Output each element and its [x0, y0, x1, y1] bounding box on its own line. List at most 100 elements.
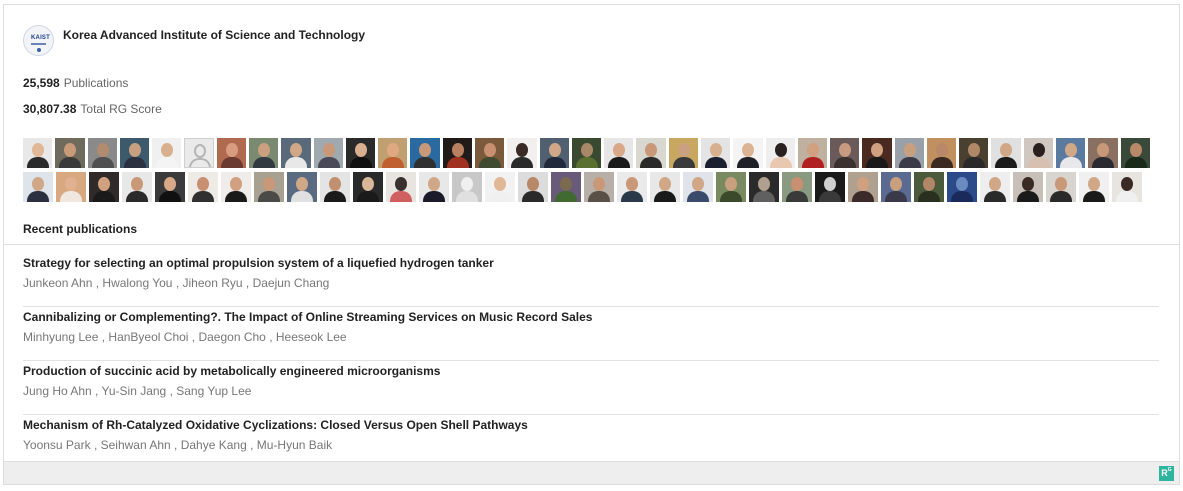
author-link[interactable]: Jung Ho Ahn	[23, 384, 92, 398]
member-avatar[interactable]	[668, 138, 698, 168]
member-avatar[interactable]	[55, 138, 85, 168]
avatar-head	[774, 143, 787, 157]
member-avatar[interactable]	[539, 138, 569, 168]
member-avatar[interactable]	[733, 138, 763, 168]
member-avatar[interactable]	[221, 172, 251, 202]
member-avatar[interactable]	[749, 172, 779, 202]
member-avatar[interactable]	[249, 138, 279, 168]
avatar-head	[626, 177, 638, 191]
member-avatar[interactable]	[119, 138, 150, 168]
member-avatar[interactable]	[23, 138, 53, 168]
author-link[interactable]: Junkeon Ahn	[23, 276, 92, 290]
member-avatar[interactable]	[797, 138, 828, 168]
member-avatar[interactable]	[947, 172, 977, 202]
member-avatar[interactable]	[1013, 172, 1043, 202]
member-avatar[interactable]	[959, 138, 989, 168]
member-avatar[interactable]	[862, 138, 892, 168]
author-link[interactable]: Yoonsu Park	[23, 438, 91, 452]
member-avatar[interactable]	[518, 172, 548, 202]
member-avatar[interactable]	[683, 172, 713, 202]
member-avatar[interactable]	[155, 172, 185, 202]
author-link[interactable]: Sang Yup Lee	[176, 384, 251, 398]
author-link[interactable]: Seihwan Ahn	[101, 438, 171, 452]
member-avatar[interactable]	[782, 172, 812, 202]
publication-title[interactable]: Mechanism of Rh-Catalyzed Oxidative Cycl…	[23, 418, 1159, 432]
author-link[interactable]: Jiheon Ryu	[183, 276, 243, 290]
avatar-head	[956, 177, 968, 191]
member-avatar[interactable]	[650, 172, 680, 202]
member-avatar[interactable]	[991, 138, 1021, 168]
member-avatar[interactable]	[122, 172, 152, 202]
author-link[interactable]: Dahye Kang	[181, 438, 247, 452]
member-avatar[interactable]	[320, 172, 350, 202]
institution-name[interactable]: Korea Advanced Institute of Science and …	[63, 28, 365, 42]
member-avatar[interactable]	[1120, 138, 1150, 168]
member-avatar[interactable]	[345, 138, 376, 168]
member-avatar[interactable]	[152, 138, 182, 168]
author-link[interactable]: Daegon Cho	[198, 330, 265, 344]
member-avatar[interactable]	[23, 172, 53, 202]
author-link[interactable]: HanByeol Choi	[108, 330, 188, 344]
avatar-shoulders	[930, 157, 953, 168]
member-avatar[interactable]	[571, 138, 602, 168]
member-avatar[interactable]	[474, 138, 505, 168]
avatar-head	[613, 143, 626, 157]
publication-title[interactable]: Strategy for selecting an optimal propul…	[23, 256, 1159, 270]
member-avatar[interactable]	[848, 172, 878, 202]
institution-logo[interactable]: KAIST	[23, 25, 54, 56]
member-avatar[interactable]	[287, 172, 317, 202]
member-avatar[interactable]	[313, 138, 343, 168]
member-avatar[interactable]	[353, 172, 383, 202]
avatar-head	[451, 143, 464, 157]
member-avatar[interactable]	[378, 138, 408, 168]
avatar-shoulders	[704, 157, 727, 168]
author-link[interactable]: Heeseok Lee	[276, 330, 347, 344]
member-avatar[interactable]	[485, 172, 515, 202]
member-avatar-placeholder[interactable]	[184, 138, 214, 168]
author-link[interactable]: Minhyung Lee	[23, 330, 98, 344]
member-avatar[interactable]	[87, 138, 117, 168]
researchgate-logo-icon[interactable]: RG	[1159, 466, 1174, 481]
member-avatar[interactable]	[386, 172, 416, 202]
author-link[interactable]: Mu-Hyun Baik	[257, 438, 332, 452]
member-avatar[interactable]	[507, 138, 537, 168]
author-link[interactable]: Yu-Sin Jang	[102, 384, 167, 398]
member-avatar[interactable]	[1023, 138, 1054, 168]
author-link[interactable]: Hwalong You	[102, 276, 172, 290]
member-avatar[interactable]	[1112, 172, 1142, 202]
member-avatar[interactable]	[881, 172, 911, 202]
member-avatar[interactable]	[281, 138, 311, 168]
member-avatar[interactable]	[584, 172, 614, 202]
member-avatar[interactable]	[700, 138, 731, 168]
member-avatar[interactable]	[1079, 172, 1109, 202]
member-avatar[interactable]	[617, 172, 647, 202]
member-avatar[interactable]	[89, 172, 119, 202]
member-avatar[interactable]	[830, 138, 860, 168]
publication-title[interactable]: Production of succinic acid by metabolic…	[23, 364, 1159, 378]
member-avatar[interactable]	[410, 138, 440, 168]
member-avatar[interactable]	[442, 138, 472, 168]
member-avatar[interactable]	[452, 172, 482, 202]
member-avatar[interactable]	[926, 138, 957, 168]
member-avatar[interactable]	[254, 172, 284, 202]
author-link[interactable]: Daejun Chang	[253, 276, 330, 290]
member-avatar[interactable]	[216, 138, 247, 168]
member-avatar[interactable]	[894, 138, 924, 168]
member-avatar[interactable]	[1056, 138, 1086, 168]
member-avatar[interactable]	[980, 172, 1010, 202]
member-avatar[interactable]	[1046, 172, 1076, 202]
member-avatar[interactable]	[188, 172, 218, 202]
avatar-shoulders	[555, 191, 577, 202]
avatar-head	[890, 177, 902, 191]
member-avatar[interactable]	[716, 172, 746, 202]
member-avatar[interactable]	[551, 172, 581, 202]
publication-title[interactable]: Cannibalizing or Complementing?. The Imp…	[23, 310, 1159, 324]
member-avatar[interactable]	[914, 172, 944, 202]
member-avatar[interactable]	[815, 172, 845, 202]
member-avatar[interactable]	[765, 138, 795, 168]
member-avatar[interactable]	[56, 172, 86, 202]
member-avatar[interactable]	[1088, 138, 1118, 168]
member-avatar[interactable]	[636, 138, 666, 168]
member-avatar[interactable]	[604, 138, 634, 168]
member-avatar[interactable]	[419, 172, 449, 202]
